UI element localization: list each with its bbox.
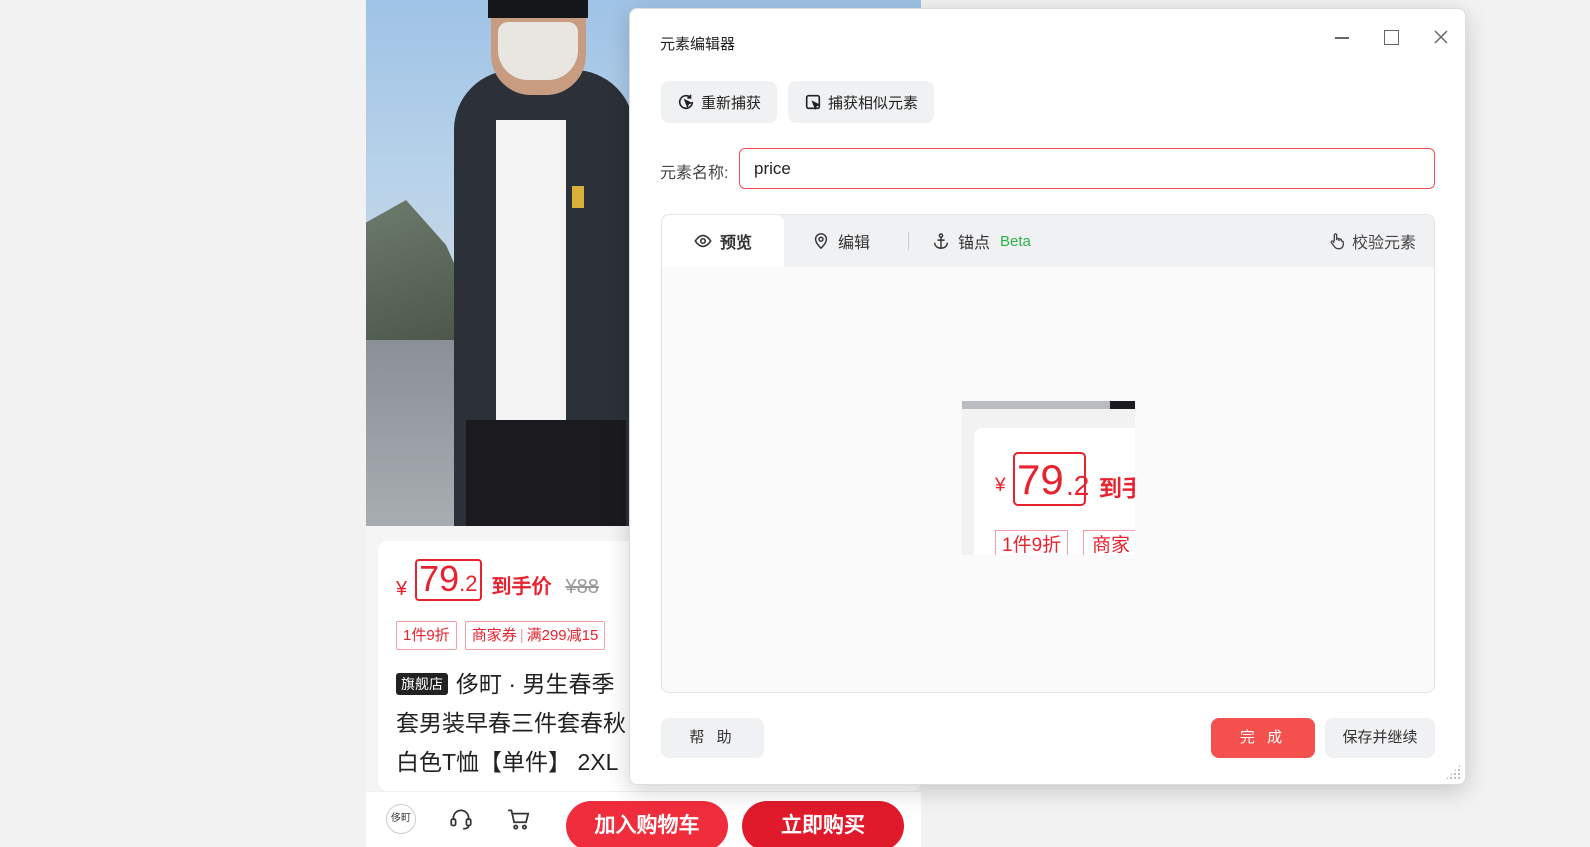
capture-similar-button[interactable]: 捕获相似元素 xyxy=(788,81,935,123)
verify-element-button[interactable]: 校验元素 xyxy=(1328,215,1416,267)
element-name-input[interactable] xyxy=(739,148,1435,189)
buy-now-button[interactable]: 立即购买 xyxy=(742,801,904,847)
resize-grip[interactable] xyxy=(1445,764,1461,780)
maximize-button[interactable] xyxy=(1379,25,1403,49)
location-pin-icon xyxy=(814,233,828,250)
promo-tag[interactable]: 商家券 | 满299减15 xyxy=(464,621,606,650)
promo-tags: 1件9折 商家券 | 满299减15 xyxy=(396,621,606,650)
preview-tag: 1件9折 xyxy=(995,530,1069,555)
tab-edit[interactable]: 编辑 xyxy=(812,215,870,267)
element-preview-image: ¥ 79 .2 到手 1件9折 商家 xyxy=(962,401,1135,555)
element-name-label: 元素名称: xyxy=(660,165,729,182)
add-to-cart-button[interactable]: 加入购物车 xyxy=(566,801,728,847)
recapture-label: 重新捕获 xyxy=(701,94,762,112)
tab-edit-label: 编辑 xyxy=(838,235,871,252)
eye-icon xyxy=(694,234,712,248)
dialog-title: 元素编辑器 xyxy=(660,36,736,53)
close-button[interactable] xyxy=(1429,25,1453,49)
preview-highlight-box: 79 .2 xyxy=(1013,452,1090,506)
price-symbol: ¥ xyxy=(396,578,408,600)
shop-logo[interactable]: 侈町 xyxy=(386,804,416,834)
preview-price-decimal: .2 xyxy=(1066,470,1090,501)
element-editor-dialog: 元素编辑器 重新捕获 捕获相似元素 元素名称: 预览 编辑 锚点 Bet xyxy=(629,8,1466,785)
price-value-box[interactable]: 79 .2 xyxy=(415,558,482,601)
tab-preview-label: 预览 xyxy=(719,235,752,252)
tab-preview[interactable]: 预览 xyxy=(662,215,784,267)
element-panel: 预览 编辑 锚点 Beta 校验元素 ¥ 79 .2 到 1件9折 商家 xyxy=(661,214,1435,693)
panel-tabs: 预览 编辑 锚点 Beta 校验元素 xyxy=(662,215,1434,267)
promo-tag-text: 商家券 xyxy=(471,627,517,644)
customer-service-icon[interactable] xyxy=(448,806,474,838)
preview-tag: 商家 xyxy=(1083,530,1135,555)
tab-anchor-label: 锚点 xyxy=(958,235,991,252)
verify-element-label: 校验元素 xyxy=(1351,235,1416,252)
capture-similar-label: 捕获相似元素 xyxy=(828,94,919,112)
cart-icon[interactable] xyxy=(506,806,532,838)
recapture-icon xyxy=(678,94,694,110)
preview-area: ¥ 79 .2 到手 1件9折 商家 xyxy=(662,267,1434,692)
promo-tag[interactable]: 1件9折 xyxy=(396,621,457,650)
preview-price-symbol: ¥ xyxy=(995,475,1006,496)
price-label: 到手价 xyxy=(491,576,552,598)
price-row: ¥ 79 .2 到手价 ¥88 xyxy=(396,559,599,601)
done-button[interactable]: 完 成 xyxy=(1211,718,1315,758)
title-line: 白色T恤【单件】 2XL xyxy=(396,749,619,775)
capture-similar-icon xyxy=(805,94,821,111)
close-icon xyxy=(1434,30,1448,44)
tab-anchor[interactable]: 锚点 Beta xyxy=(932,215,1031,267)
anchor-icon xyxy=(933,233,949,249)
price-decimal: .2 xyxy=(459,571,478,596)
promo-tag-extra: 满299减15 xyxy=(526,627,599,644)
preview-price-label: 到手 xyxy=(1099,475,1135,501)
help-button[interactable]: 帮 助 xyxy=(661,718,764,758)
pointer-hand-icon xyxy=(1330,233,1344,250)
preview-price-integer: 79 xyxy=(1017,456,1064,503)
minimize-button[interactable] xyxy=(1330,25,1354,49)
original-price: ¥88 xyxy=(565,576,599,598)
recapture-button[interactable]: 重新捕获 xyxy=(661,81,778,123)
title-line: 侈町 · 男生春季 xyxy=(456,671,615,697)
tab-divider xyxy=(908,232,909,250)
price-integer: 79 xyxy=(419,558,460,599)
beta-badge: Beta xyxy=(1000,232,1031,250)
flagship-badge: 旗舰店 xyxy=(396,673,448,695)
title-line: 套男装早春三件套春秋 xyxy=(396,710,626,736)
product-action-bar: 侈町 加入购物车 立即购买 xyxy=(366,791,921,847)
save-and-continue-button[interactable]: 保存并继续 xyxy=(1325,718,1435,758)
